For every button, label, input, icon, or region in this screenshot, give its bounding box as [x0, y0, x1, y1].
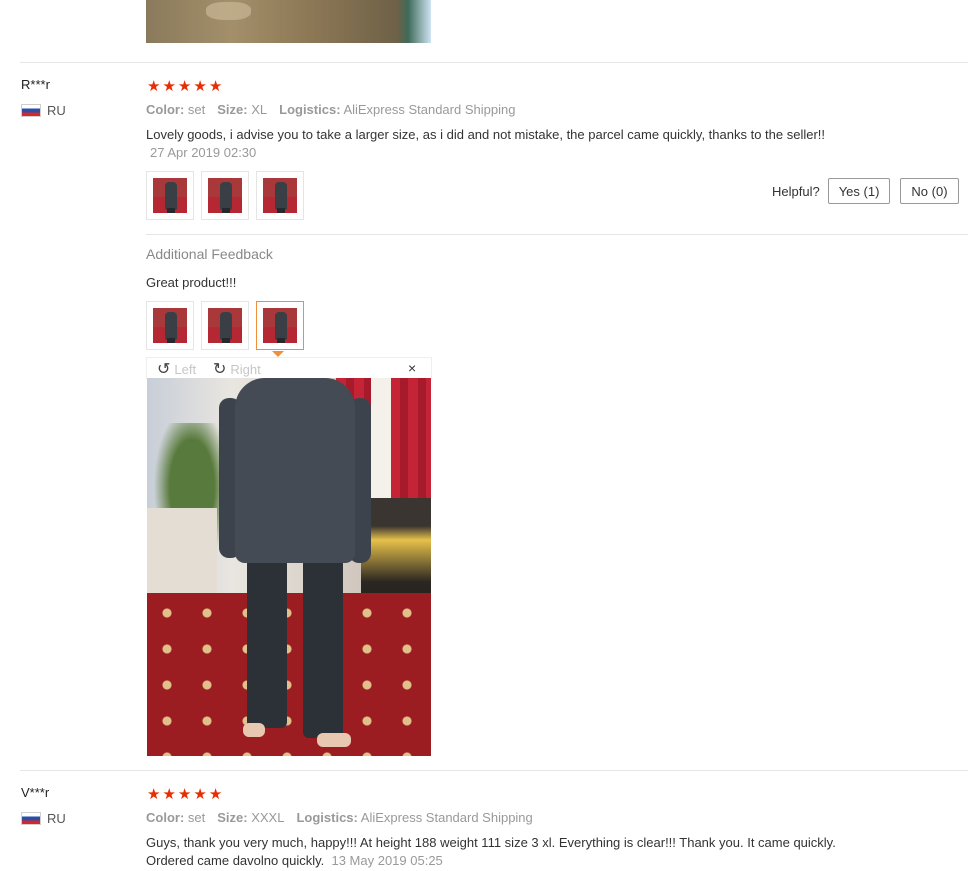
size-value: XXXL — [251, 810, 285, 825]
review-date: 13 May 2019 05:25 — [331, 853, 443, 868]
divider — [20, 770, 968, 771]
review-photo-thumb[interactable] — [146, 171, 194, 220]
logistics-value: AliExpress Standard Shipping — [343, 102, 516, 117]
helpful-vote: Helpful? Yes (1) No (0) — [772, 178, 959, 204]
star-rating: ★ ★ ★ ★ ★ — [147, 79, 222, 94]
review-text: Guys, thank you very much, happy!!! At h… — [146, 834, 946, 870]
color-label: Color: — [146, 102, 185, 117]
logistics-value: AliExpress Standard Shipping — [360, 810, 533, 825]
order-details: Color: set Size: XL Logistics: AliExpres… — [146, 102, 515, 117]
country-code: RU — [47, 811, 66, 826]
review-photo-thumb[interactable] — [201, 171, 249, 220]
size-label: Size: — [217, 102, 248, 117]
size-label: Size: — [217, 810, 248, 825]
reviewer-name: V***r — [21, 785, 50, 800]
star-icon: ★ — [147, 786, 161, 803]
review-text-line: Guys, thank you very much, happy!!! At h… — [146, 835, 836, 850]
review-date: 27 Apr 2019 02:30 — [150, 145, 257, 160]
enlarged-review-photo[interactable] — [147, 378, 431, 756]
review-text: Lovely goods, i advise you to take a lar… — [146, 127, 826, 142]
additional-photos — [146, 301, 304, 350]
color-label: Color: — [146, 810, 185, 825]
russia-flag-icon — [21, 812, 41, 825]
rotate-right-button[interactable]: ↻ Right — [213, 359, 261, 379]
russia-flag-icon — [21, 104, 41, 117]
additional-feedback-heading: Additional Feedback — [146, 246, 273, 262]
star-icon: ★ — [177, 78, 192, 95]
rotate-left-label: Left — [174, 361, 197, 377]
reviewer-country: RU — [21, 811, 66, 826]
helpful-yes-button[interactable]: Yes (1) — [827, 178, 891, 204]
photo-viewer-toolbar: ↺ Left ↻ Right × — [146, 357, 432, 379]
additional-feedback-text: Great product!!! — [146, 275, 237, 290]
reviewer-name: R***r — [21, 77, 50, 92]
star-icon: ★ — [193, 786, 207, 803]
star-icon: ★ — [177, 786, 192, 803]
rotate-right-icon: ↻ — [213, 361, 227, 378]
previous-review-photo[interactable] — [146, 0, 431, 43]
color-value: set — [187, 102, 206, 117]
divider — [146, 234, 968, 235]
rotate-left-button[interactable]: ↺ Left — [157, 359, 196, 379]
logistics-label: Logistics: — [296, 810, 358, 825]
additional-photo-thumb-active[interactable] — [256, 301, 304, 350]
close-icon[interactable]: × — [408, 360, 416, 376]
country-code: RU — [47, 103, 66, 118]
review-photo-thumb[interactable] — [256, 171, 304, 220]
star-icon: ★ — [193, 78, 207, 95]
rotate-left-icon: ↺ — [157, 361, 171, 378]
star-icon: ★ — [208, 78, 223, 95]
size-value: XL — [251, 102, 268, 117]
additional-photo-thumb[interactable] — [201, 301, 249, 350]
star-icon: ★ — [162, 78, 176, 95]
order-details: Color: set Size: XXXL Logistics: AliExpr… — [146, 810, 533, 825]
star-rating: ★ ★ ★ ★ ★ — [147, 787, 222, 802]
review-text-line-2: Ordered came davolno quickly. 13 May 201… — [146, 853, 443, 868]
reviewer-country: RU — [21, 103, 66, 118]
additional-photo-thumb[interactable] — [146, 301, 194, 350]
rotate-right-label: Right — [230, 361, 261, 377]
review-photos — [146, 171, 304, 220]
divider — [20, 62, 968, 63]
helpful-label: Helpful? — [772, 183, 820, 199]
star-icon: ★ — [147, 78, 161, 95]
color-value: set — [187, 810, 206, 825]
star-icon: ★ — [208, 786, 223, 803]
star-icon: ★ — [162, 786, 176, 803]
helpful-no-button[interactable]: No (0) — [900, 178, 959, 204]
logistics-label: Logistics: — [279, 102, 341, 117]
